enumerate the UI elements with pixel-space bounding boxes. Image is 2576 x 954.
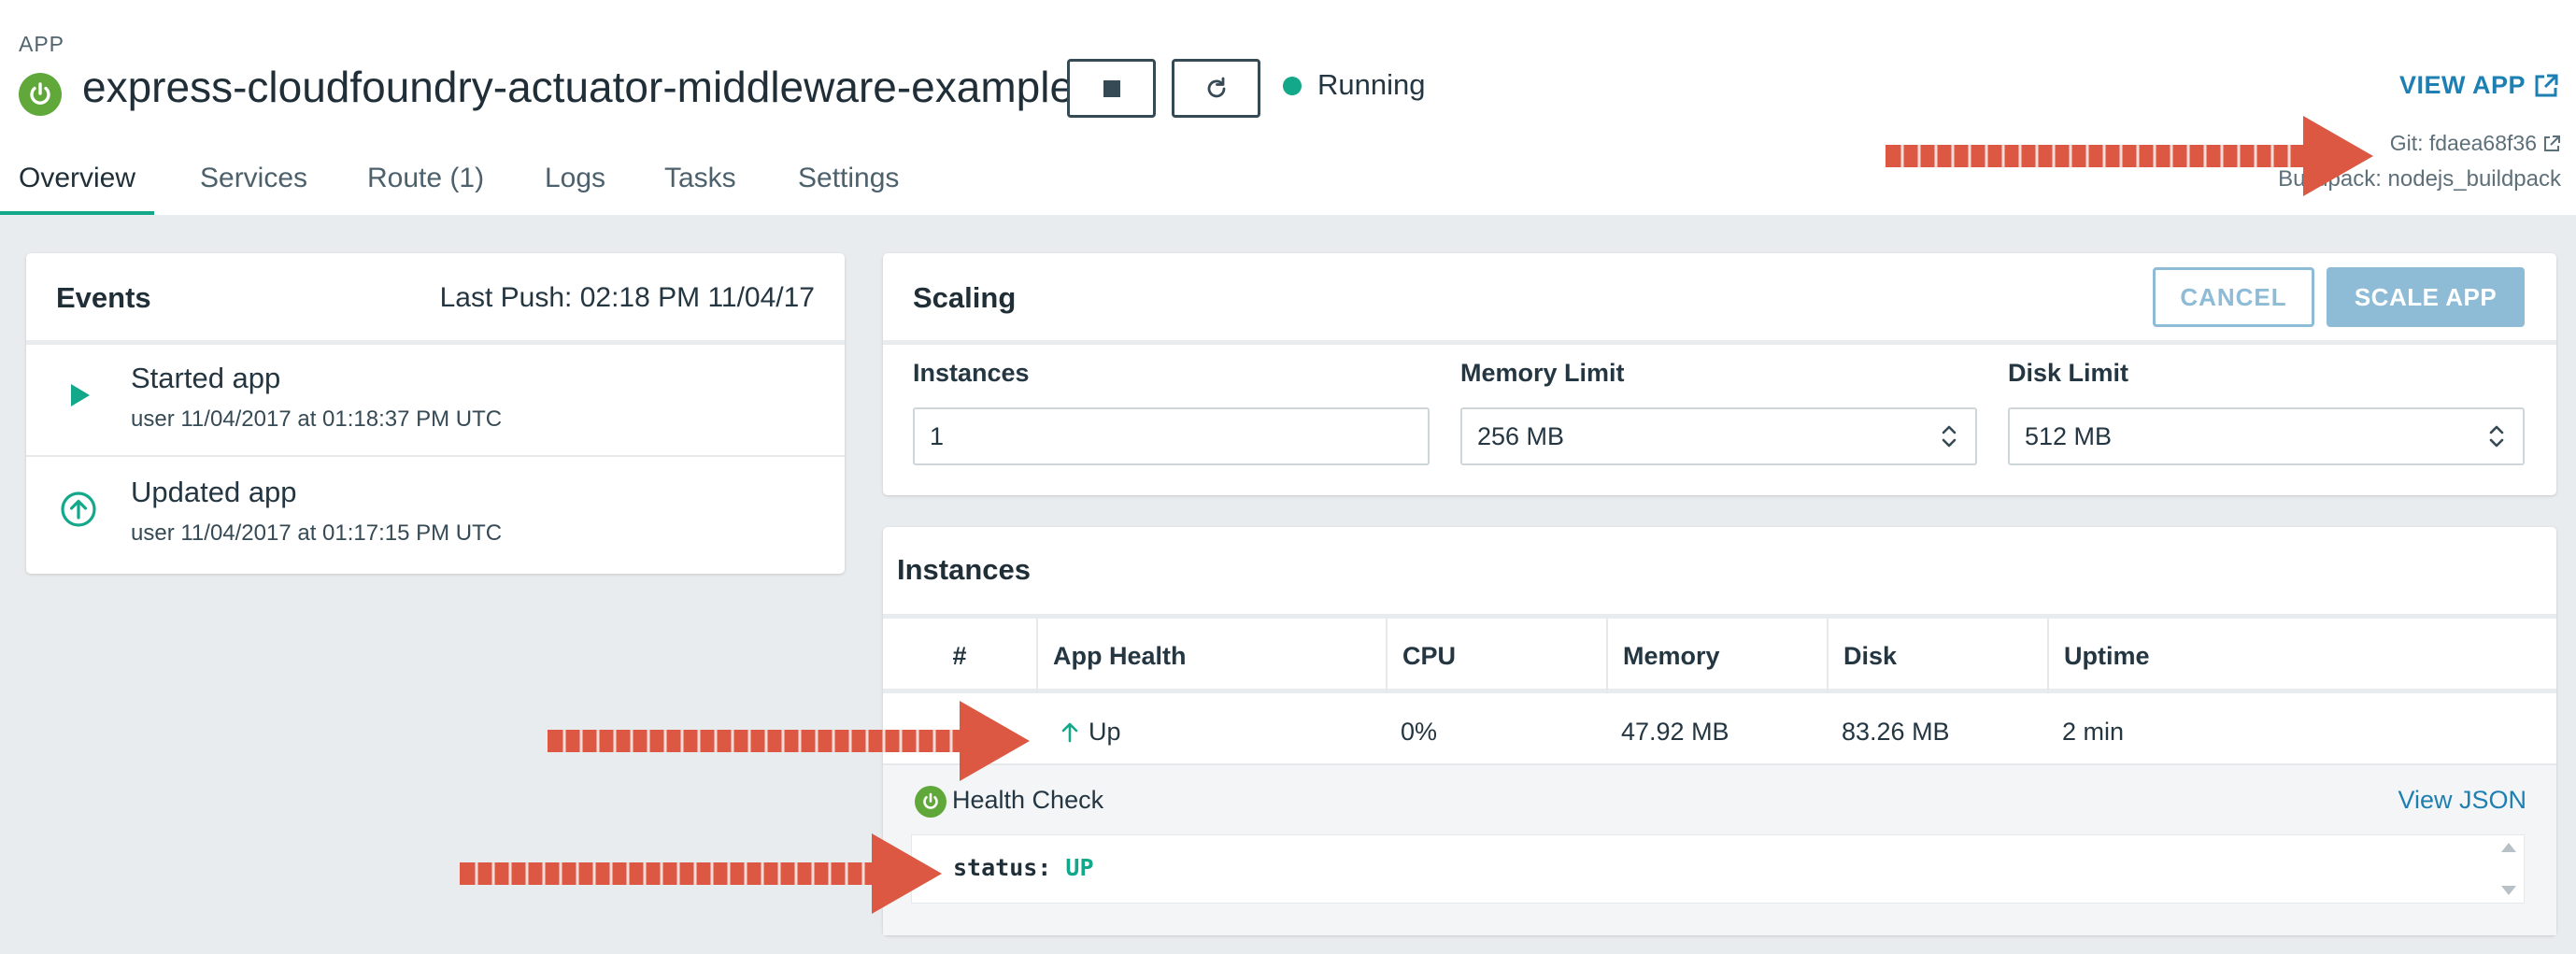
annotation-arrow-status	[460, 833, 942, 914]
spring-power-icon	[915, 786, 946, 818]
event-item: Started app user 11/04/2017 at 01:18:37 …	[26, 345, 845, 457]
disk-limit-label: Disk Limit	[2008, 359, 2129, 387]
table-row[interactable]: Up 0% 47.92 MB 83.26 MB 2 min	[883, 698, 2556, 765]
event-title: Started app	[131, 362, 281, 394]
column-header-disk: Disk	[1827, 619, 2047, 693]
column-header-uptime: Uptime	[2047, 619, 2556, 693]
tab-services[interactable]: Services	[181, 163, 326, 215]
event-meta: user 11/04/2017 at 01:18:37 PM UTC	[131, 406, 503, 432]
up-down-chevron-icon	[2489, 425, 2504, 448]
json-content: status: UP	[953, 854, 1094, 881]
external-link-icon	[2535, 74, 2558, 96]
column-header-cpu: CPU	[1386, 619, 1606, 693]
tab-tasks[interactable]: Tasks	[646, 163, 755, 215]
column-header-memory: Memory	[1606, 619, 1827, 693]
up-down-chevron-icon	[1942, 425, 1957, 448]
running-status-dot	[1283, 77, 1302, 95]
cancel-button[interactable]: CANCEL	[2153, 267, 2314, 327]
arrow-up-icon	[1061, 722, 1078, 743]
uptime-cell: 2 min	[2062, 717, 2125, 746]
app-health-value: Up	[1089, 717, 1121, 746]
health-json-viewer[interactable]: status: UP	[911, 834, 2525, 904]
restart-button[interactable]	[1172, 59, 1260, 118]
instances-label: Instances	[913, 359, 1030, 387]
external-link-icon	[2544, 135, 2560, 151]
column-header-app-health: App Health	[1036, 619, 1386, 693]
app-health-cell: Up	[1046, 698, 1121, 765]
scale-app-button[interactable]: SCALE APP	[2327, 267, 2525, 327]
memory-limit-label: Memory Limit	[1460, 359, 1625, 387]
disk-cell: 83.26 MB	[1842, 717, 1950, 746]
scaling-title: Scaling	[913, 281, 1017, 314]
stop-icon	[1103, 79, 1120, 97]
memory-cell: 47.92 MB	[1621, 717, 1729, 746]
play-icon	[71, 384, 90, 406]
scroll-up-arrow[interactable]	[2501, 843, 2516, 852]
instances-input[interactable]: 1	[913, 407, 1430, 465]
column-header-index: #	[952, 641, 967, 670]
event-item: Updated app user 11/04/2017 at 01:17:15 …	[26, 459, 845, 571]
stop-button[interactable]	[1067, 59, 1156, 118]
disk-limit-value: 512 MB	[2025, 421, 2113, 450]
tab-settings[interactable]: Settings	[779, 163, 918, 215]
instances-table-header: # App Health CPU Memory Disk Uptime	[883, 619, 2556, 693]
annotation-arrow-git	[1886, 116, 2373, 196]
cpu-cell: 0%	[1401, 717, 1438, 746]
scaling-card: Scaling CANCEL SCALE APP Instances 1 Mem…	[883, 253, 2556, 495]
instances-header: Instances	[883, 527, 2556, 619]
restart-icon	[1207, 77, 1225, 97]
git-commit-label: Git: fdaea68f36	[2389, 131, 2537, 155]
app-status: Running	[1317, 68, 1426, 101]
events-title: Events	[56, 281, 151, 314]
spring-power-icon	[19, 73, 62, 116]
git-commit-link[interactable]: Git: fdaea68f36	[2390, 131, 2561, 156]
scaling-header: Scaling CANCEL SCALE APP	[883, 253, 2556, 345]
scroll-down-arrow[interactable]	[2501, 886, 2516, 895]
json-key: status:	[953, 854, 1052, 881]
tab-overview[interactable]: Overview	[0, 163, 155, 215]
tab-route[interactable]: Route (1)	[349, 163, 503, 215]
instances-card: Instances # App Health CPU Memory Disk U…	[883, 527, 2556, 935]
last-push: Last Push: 02:18 PM 11/04/17	[439, 282, 815, 313]
app-title: express-cloudfoundry-actuator-middleware…	[82, 63, 1075, 111]
view-json-link[interactable]: View JSON	[2398, 786, 2526, 815]
event-title: Updated app	[131, 476, 297, 508]
annotation-arrow-health	[548, 701, 1030, 781]
events-card: Events Last Push: 02:18 PM 11/04/17 Star…	[26, 253, 845, 574]
events-header: Events Last Push: 02:18 PM 11/04/17	[26, 253, 845, 345]
view-app-link[interactable]: VIEW APP	[2399, 71, 2559, 100]
health-check-label: Health Check	[952, 786, 1104, 814]
memory-limit-select[interactable]: 256 MB	[1460, 407, 1977, 465]
view-app-label: VIEW APP	[2399, 71, 2526, 99]
tab-logs[interactable]: Logs	[526, 163, 624, 215]
arrow-up-circle-icon	[61, 491, 96, 527]
instances-title: Instances	[897, 553, 1032, 586]
app-kicker: APP	[19, 32, 65, 56]
json-value: UP	[1065, 854, 1094, 881]
disk-limit-select[interactable]: 512 MB	[2008, 407, 2525, 465]
event-meta: user 11/04/2017 at 01:17:15 PM UTC	[131, 520, 503, 546]
memory-limit-value: 256 MB	[1477, 421, 1565, 450]
health-check-panel: Health Check View JSON status: UP	[883, 765, 2556, 935]
